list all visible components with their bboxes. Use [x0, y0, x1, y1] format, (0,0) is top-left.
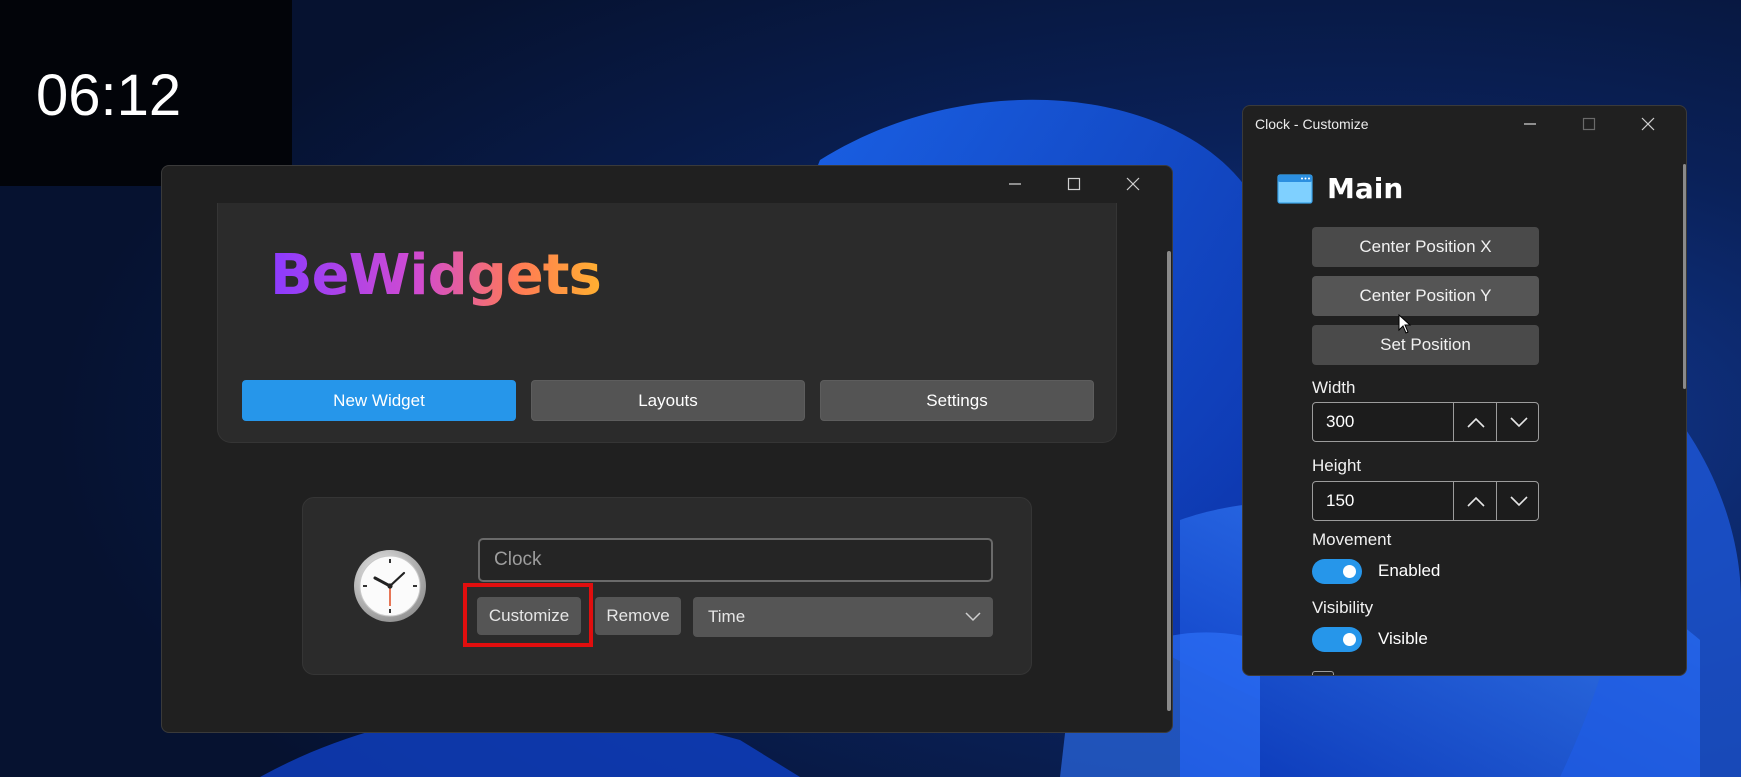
widget-card: Clock Customize Remove Time — [302, 497, 1032, 675]
width-label: Width — [1312, 378, 1356, 397]
chevron-down-icon[interactable] — [1496, 482, 1540, 520]
toggle-knob — [1343, 633, 1356, 646]
close-icon[interactable] — [1638, 114, 1658, 134]
height-value[interactable]: 150 — [1313, 482, 1453, 520]
window-icon — [1277, 173, 1313, 204]
maximize-icon[interactable] — [1064, 174, 1084, 194]
mouse-cursor-icon — [1398, 314, 1412, 334]
width-value[interactable]: 300 — [1313, 403, 1453, 441]
new-widget-button[interactable]: New Widget — [242, 380, 516, 421]
settings-button[interactable]: Settings — [820, 380, 1094, 421]
set-position-button[interactable]: Set Position — [1312, 325, 1539, 365]
visibility-label: Visibility — [1312, 598, 1374, 617]
desktop-clock-time: 06:12 — [36, 63, 182, 128]
app-logo-text: BeWidgets — [270, 243, 602, 308]
toggle-knob — [1343, 565, 1356, 578]
center-position-x-button[interactable]: Center Position X — [1312, 227, 1539, 267]
movement-state: Enabled — [1378, 561, 1441, 580]
height-label: Height — [1312, 456, 1362, 475]
chevron-down-icon — [965, 597, 981, 637]
customize-scrollbar[interactable] — [1683, 164, 1686, 389]
close-icon[interactable] — [1123, 174, 1143, 194]
widget-name-input[interactable]: Clock — [478, 538, 993, 582]
customize-window: Clock - Customize Main Center Position X… — [1242, 105, 1687, 676]
customize-window-title: Clock - Customize — [1255, 116, 1369, 132]
chevron-up-icon[interactable] — [1453, 482, 1497, 520]
bewidgets-window: BeWidgets New Widget Layouts Settings Cl… — [161, 165, 1173, 733]
chevron-down-icon[interactable] — [1496, 403, 1540, 441]
center-position-y-button[interactable]: Center Position Y — [1312, 276, 1539, 316]
maximize-icon — [1579, 114, 1599, 134]
chevron-up-icon[interactable] — [1453, 403, 1497, 441]
clock-icon — [354, 550, 426, 622]
widget-type-value: Time — [708, 607, 746, 626]
movement-toggle[interactable] — [1312, 559, 1362, 584]
minimize-icon[interactable] — [1520, 114, 1540, 134]
main-scrollbar[interactable] — [1167, 251, 1171, 711]
desktop-clock-widget: 06:12 — [0, 0, 292, 186]
hero-panel: BeWidgets New Widget Layouts Settings — [217, 203, 1117, 443]
widget-type-select[interactable]: Time — [693, 597, 993, 637]
width-stepper[interactable]: 300 — [1312, 402, 1539, 442]
minimize-icon[interactable] — [1005, 174, 1025, 194]
remove-button[interactable]: Remove — [595, 597, 681, 635]
checkbox-partially-visible[interactable] — [1312, 671, 1334, 675]
visibility-toggle[interactable] — [1312, 627, 1362, 652]
visibility-state: Visible — [1378, 629, 1428, 648]
movement-label: Movement — [1312, 530, 1392, 549]
layouts-button[interactable]: Layouts — [531, 380, 805, 421]
height-stepper[interactable]: 150 — [1312, 481, 1539, 521]
section-title: Main — [1327, 172, 1404, 205]
section-header-main: Main — [1277, 172, 1403, 205]
customize-button[interactable]: Customize — [477, 597, 581, 635]
